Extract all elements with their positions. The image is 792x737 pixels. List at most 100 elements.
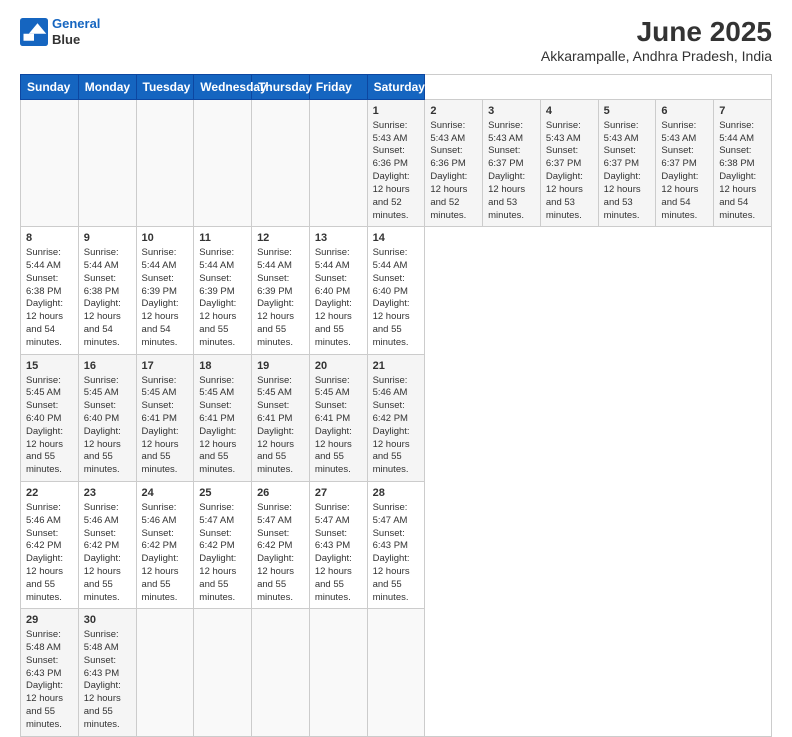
calendar-cell: 10Sunrise: 5:44 AMSunset: 6:39 PMDayligh… — [136, 227, 194, 354]
cell-info: Sunset: 6:39 PM — [142, 273, 189, 299]
calendar-cell — [194, 100, 252, 227]
cell-info: and 52 minutes. — [430, 197, 477, 223]
cell-info: and 55 minutes. — [315, 451, 362, 477]
cell-info: Sunset: 6:43 PM — [84, 655, 131, 681]
cell-info: Sunrise: 5:44 AM — [719, 120, 766, 146]
calendar-cell: 15Sunrise: 5:45 AMSunset: 6:40 PMDayligh… — [21, 354, 79, 481]
cell-info: Sunset: 6:39 PM — [257, 273, 304, 299]
cell-info: and 55 minutes. — [199, 324, 246, 350]
header-cell-friday: Friday — [309, 75, 367, 100]
calendar-cell: 28Sunrise: 5:47 AMSunset: 6:43 PMDayligh… — [367, 482, 425, 609]
cell-info: Sunset: 6:36 PM — [373, 145, 420, 171]
day-number: 9 — [84, 231, 131, 246]
cell-info: and 55 minutes. — [26, 451, 73, 477]
cell-info: Sunset: 6:38 PM — [719, 145, 766, 171]
cell-info: Daylight: 12 hours — [488, 171, 535, 197]
cell-info: Sunrise: 5:44 AM — [84, 247, 131, 273]
day-number: 13 — [315, 231, 362, 246]
cell-info: and 55 minutes. — [199, 451, 246, 477]
cell-info: Daylight: 12 hours — [661, 171, 708, 197]
cell-info: Sunset: 6:37 PM — [546, 145, 593, 171]
cell-info: Sunrise: 5:48 AM — [84, 629, 131, 655]
calendar-cell: 21Sunrise: 5:46 AMSunset: 6:42 PMDayligh… — [367, 354, 425, 481]
day-number: 23 — [84, 486, 131, 501]
calendar-cell: 4Sunrise: 5:43 AMSunset: 6:37 PMDaylight… — [540, 100, 598, 227]
cell-info: Sunrise: 5:47 AM — [199, 502, 246, 528]
calendar-cell — [78, 100, 136, 227]
cell-info: and 55 minutes. — [84, 451, 131, 477]
cell-info: Sunset: 6:42 PM — [84, 528, 131, 554]
day-number: 19 — [257, 359, 304, 374]
cell-info: and 55 minutes. — [26, 579, 73, 605]
calendar-cell: 27Sunrise: 5:47 AMSunset: 6:43 PMDayligh… — [309, 482, 367, 609]
header-cell-tuesday: Tuesday — [136, 75, 194, 100]
calendar-cell: 7Sunrise: 5:44 AMSunset: 6:38 PMDaylight… — [714, 100, 772, 227]
cell-info: Sunset: 6:41 PM — [199, 400, 246, 426]
calendar-cell: 2Sunrise: 5:43 AMSunset: 6:36 PMDaylight… — [425, 100, 483, 227]
cell-info: Daylight: 12 hours — [546, 171, 593, 197]
cell-info: Daylight: 12 hours — [26, 298, 73, 324]
calendar-cell: 24Sunrise: 5:46 AMSunset: 6:42 PMDayligh… — [136, 482, 194, 609]
cell-info: Sunrise: 5:44 AM — [257, 247, 304, 273]
cell-info: Sunset: 6:42 PM — [26, 528, 73, 554]
day-number: 11 — [199, 231, 246, 246]
calendar-cell: 30Sunrise: 5:48 AMSunset: 6:43 PMDayligh… — [78, 609, 136, 736]
cell-info: Sunrise: 5:48 AM — [26, 629, 73, 655]
calendar-row: 29Sunrise: 5:48 AMSunset: 6:43 PMDayligh… — [21, 609, 772, 736]
cell-info: and 55 minutes. — [315, 579, 362, 605]
calendar-row: 15Sunrise: 5:45 AMSunset: 6:40 PMDayligh… — [21, 354, 772, 481]
title-block: June 2025 Akkarampalle, Andhra Pradesh, … — [541, 16, 772, 64]
cell-info: Daylight: 12 hours — [373, 298, 420, 324]
header-cell-monday: Monday — [78, 75, 136, 100]
calendar-cell: 8Sunrise: 5:44 AMSunset: 6:38 PMDaylight… — [21, 227, 79, 354]
cell-info: and 54 minutes. — [142, 324, 189, 350]
day-number: 6 — [661, 104, 708, 119]
calendar-cell: 6Sunrise: 5:43 AMSunset: 6:37 PMDaylight… — [656, 100, 714, 227]
cell-info: and 55 minutes. — [373, 579, 420, 605]
cell-info: Daylight: 12 hours — [257, 426, 304, 452]
cell-info: Daylight: 12 hours — [142, 426, 189, 452]
calendar-cell — [309, 100, 367, 227]
day-number: 1 — [373, 104, 420, 119]
cell-info: Sunrise: 5:44 AM — [142, 247, 189, 273]
cell-info: Sunset: 6:38 PM — [26, 273, 73, 299]
calendar-cell: 16Sunrise: 5:45 AMSunset: 6:40 PMDayligh… — [78, 354, 136, 481]
cell-info: Sunset: 6:37 PM — [661, 145, 708, 171]
cell-info: Sunset: 6:42 PM — [142, 528, 189, 554]
calendar-cell: 14Sunrise: 5:44 AMSunset: 6:40 PMDayligh… — [367, 227, 425, 354]
calendar-row: 8Sunrise: 5:44 AMSunset: 6:38 PMDaylight… — [21, 227, 772, 354]
cell-info: Daylight: 12 hours — [719, 171, 766, 197]
cell-info: Sunrise: 5:47 AM — [373, 502, 420, 528]
cell-info: Sunset: 6:40 PM — [26, 400, 73, 426]
cell-info: and 55 minutes. — [373, 451, 420, 477]
calendar-cell — [252, 100, 310, 227]
cell-info: Daylight: 12 hours — [142, 298, 189, 324]
calendar-cell: 29Sunrise: 5:48 AMSunset: 6:43 PMDayligh… — [21, 609, 79, 736]
cell-info: Sunrise: 5:45 AM — [26, 375, 73, 401]
cell-info: and 55 minutes. — [257, 451, 304, 477]
logo-icon — [20, 18, 48, 46]
calendar-cell: 1Sunrise: 5:43 AMSunset: 6:36 PMDaylight… — [367, 100, 425, 227]
cell-info: Daylight: 12 hours — [142, 553, 189, 579]
cell-info: and 55 minutes. — [257, 579, 304, 605]
calendar-row: 22Sunrise: 5:46 AMSunset: 6:42 PMDayligh… — [21, 482, 772, 609]
cell-info: Sunrise: 5:45 AM — [315, 375, 362, 401]
day-number: 21 — [373, 359, 420, 374]
day-number: 8 — [26, 231, 73, 246]
cell-info: Sunrise: 5:43 AM — [546, 120, 593, 146]
cell-info: Daylight: 12 hours — [430, 171, 477, 197]
logo-text: General Blue — [52, 16, 100, 47]
calendar-cell: 9Sunrise: 5:44 AMSunset: 6:38 PMDaylight… — [78, 227, 136, 354]
location-title: Akkarampalle, Andhra Pradesh, India — [541, 48, 772, 64]
cell-info: and 55 minutes. — [199, 579, 246, 605]
cell-info: Sunrise: 5:43 AM — [604, 120, 651, 146]
cell-info: Sunrise: 5:43 AM — [661, 120, 708, 146]
cell-info: and 52 minutes. — [373, 197, 420, 223]
cell-info: and 55 minutes. — [142, 579, 189, 605]
cell-info: Daylight: 12 hours — [315, 426, 362, 452]
cell-info: Sunrise: 5:46 AM — [373, 375, 420, 401]
cell-info: and 55 minutes. — [315, 324, 362, 350]
cell-info: Daylight: 12 hours — [84, 298, 131, 324]
cell-info: Sunrise: 5:44 AM — [199, 247, 246, 273]
cell-info: Sunrise: 5:44 AM — [373, 247, 420, 273]
